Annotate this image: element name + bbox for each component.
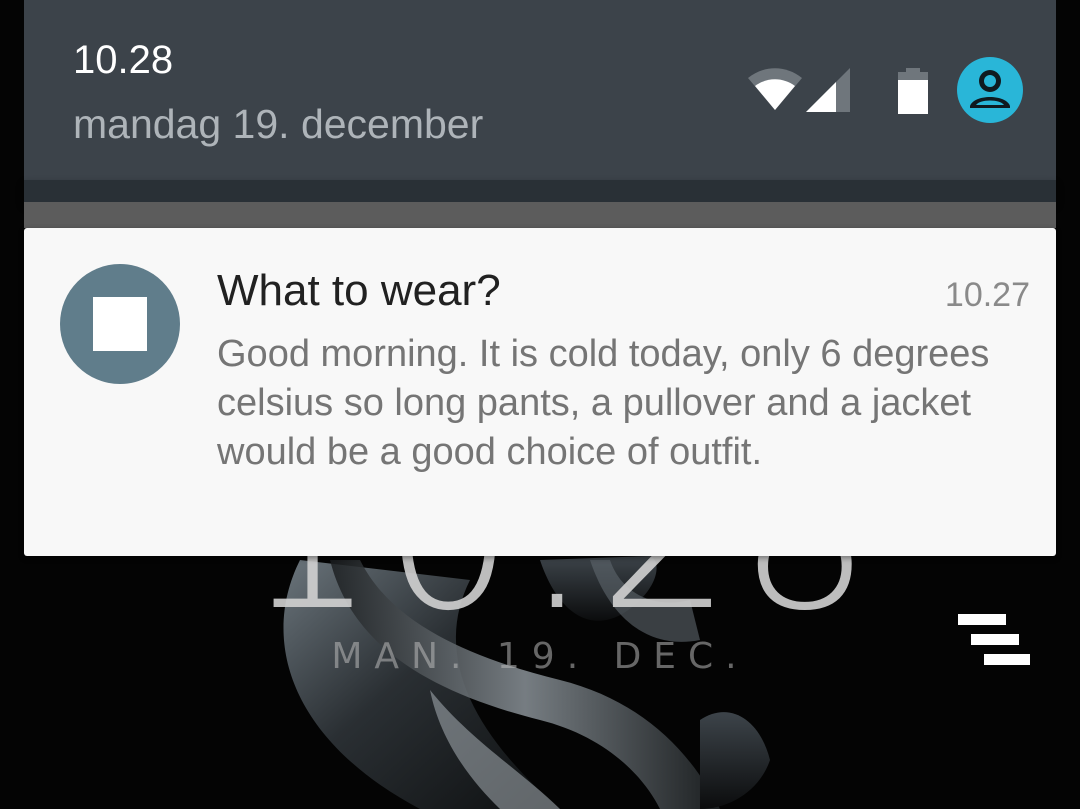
- status-icons: [748, 56, 1028, 126]
- user-avatar-icon[interactable]: [956, 56, 1024, 124]
- stacked-bars-icon[interactable]: [958, 614, 1032, 670]
- notification-time: 10.27: [944, 276, 1030, 314]
- stop-square-icon: [60, 264, 180, 384]
- notification-card[interactable]: What to wear? 10.27 Good morning. It is …: [24, 228, 1056, 556]
- header-time: 10.28: [73, 38, 174, 82]
- status-header[interactable]: 10.28 mandag 19. december: [24, 0, 1056, 182]
- lock-screen-date: MAN. 19. DEC.: [331, 636, 749, 677]
- battery-icon: [898, 68, 928, 114]
- notification-body: Good morning. It is cold today, only 6 d…: [217, 333, 990, 473]
- header-divider: [24, 180, 1056, 202]
- cell-signal-icon: [806, 68, 850, 112]
- header-date[interactable]: mandag 19. december: [73, 101, 483, 148]
- notification-title: What to wear?: [217, 266, 501, 315]
- header-scrim: [24, 202, 1056, 228]
- stop-square-glyph: [93, 297, 147, 351]
- wifi-icon: [748, 68, 802, 110]
